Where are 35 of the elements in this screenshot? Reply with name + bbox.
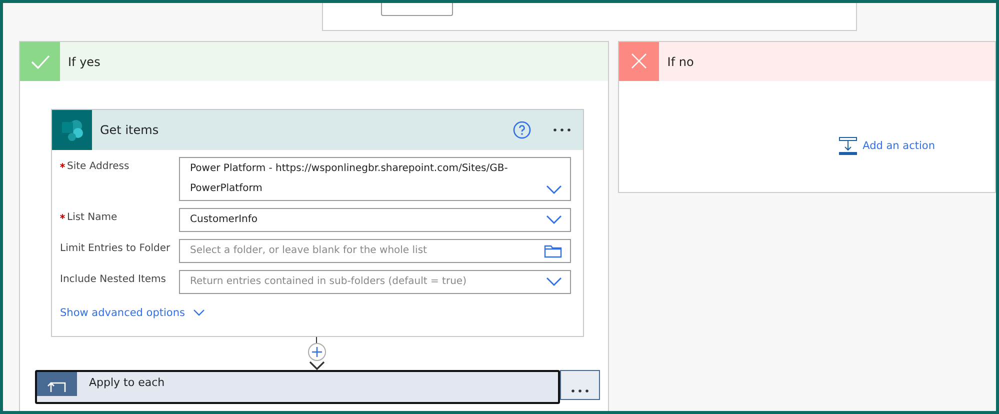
chevron-down-icon — [546, 215, 562, 225]
action-title: Apply to each — [89, 376, 165, 389]
input-field[interactable]: Select a folder, or leave blank for the whole list — [179, 239, 571, 263]
branch-title: If yes — [68, 54, 100, 68]
add-button[interactable] — [381, 3, 453, 16]
action-title: Get items — [100, 123, 160, 137]
advanced-options-link[interactable]: Show advanced options — [60, 307, 205, 319]
field-label: List Name — [67, 212, 118, 223]
input-field[interactable]: Power Platform - https://wsponlinegbr.sharepoint.com/Sites/GB-PowerPlatform — [179, 157, 571, 201]
field-label: Limit Entries to Folder — [60, 243, 170, 254]
branch-title: If no — [667, 54, 694, 68]
ellipsis-icon — [553, 128, 571, 132]
action-header[interactable]: Apply to each — [35, 370, 560, 404]
more-options-button[interactable] — [560, 370, 600, 400]
input-field[interactable]: CustomerInfo — [179, 208, 571, 232]
field-label: Include Nested Items — [60, 274, 166, 285]
field-label: Site Address — [67, 161, 130, 172]
chevron-down-icon — [546, 185, 562, 195]
input-field[interactable]: Return entries contained in sub-folders (default = true) — [179, 270, 571, 294]
folder-icon — [544, 244, 562, 258]
add-step-button[interactable] — [308, 343, 326, 361]
insert-step-icon — [838, 137, 857, 155]
sharepoint-icon — [52, 110, 92, 150]
chevron-down-icon — [546, 277, 562, 287]
asterisk-icon — [60, 163, 65, 168]
asterisk-icon — [60, 214, 65, 219]
loop-icon — [37, 372, 77, 396]
connector-line — [316, 337, 317, 343]
ellipsis-icon — [571, 389, 589, 393]
action-header[interactable]: Get items — [52, 110, 583, 150]
help-icon — [513, 121, 531, 139]
arrow-down-icon — [308, 361, 324, 370]
add-action-link[interactable]: Add an action — [838, 137, 935, 155]
plus-icon — [312, 347, 322, 357]
chevron-down-icon — [192, 309, 205, 317]
